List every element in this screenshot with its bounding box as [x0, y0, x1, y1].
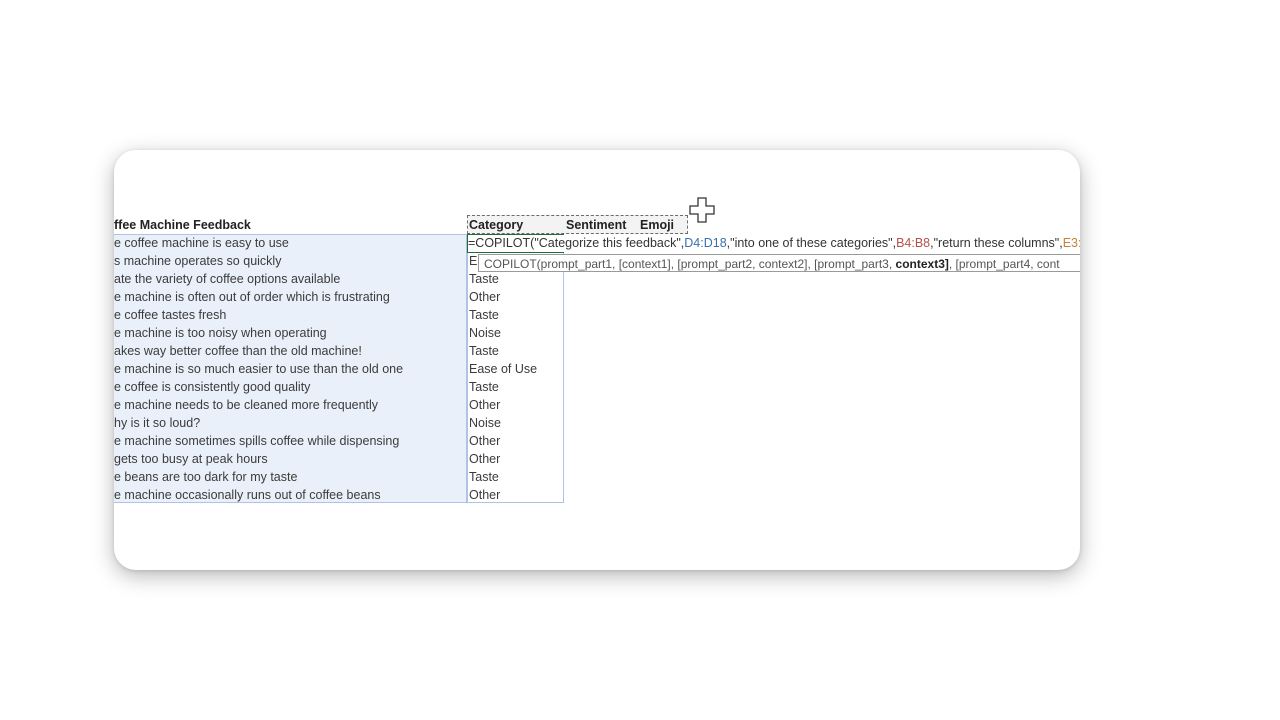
- tooltip-current-arg: context3]: [895, 257, 949, 271]
- category-cell[interactable]: Other: [469, 288, 559, 306]
- function-signature-tooltip: COPILOT(prompt_part1, [context1], [promp…: [478, 254, 1080, 272]
- feedback-cell[interactable]: hy is it so loud?: [114, 414, 464, 432]
- header-feedback[interactable]: ffee Machine Feedback: [114, 216, 464, 234]
- feedback-cell[interactable]: ate the variety of coffee options availa…: [114, 270, 464, 288]
- category-cell[interactable]: Noise: [469, 324, 559, 342]
- feedback-cell[interactable]: e machine occasionally runs out of coffe…: [114, 486, 464, 504]
- formula-arg: ,"return these columns",: [930, 236, 1063, 250]
- spreadsheet-card: ffee Machine Feedback Category Sentiment…: [114, 150, 1080, 570]
- formula-arg: ,"into one of these categories",: [726, 236, 897, 250]
- feedback-cell[interactable]: e machine needs to be cleaned more frequ…: [114, 396, 464, 414]
- feedback-cell[interactable]: gets too busy at peak hours: [114, 450, 464, 468]
- feedback-cell[interactable]: e machine is too noisy when operating: [114, 324, 464, 342]
- formula-editor[interactable]: =COPILOT("Categorize this feedback",D4:D…: [468, 235, 1080, 252]
- feedback-cell[interactable]: e machine is often out of order which is…: [114, 288, 464, 306]
- feedback-cell[interactable]: e beans are too dark for my taste: [114, 468, 464, 486]
- category-cell[interactable]: Taste: [469, 270, 559, 288]
- formula-ref-feedback: D4:D18: [684, 236, 727, 250]
- category-cell[interactable]: Other: [469, 450, 559, 468]
- feedback-cell[interactable]: e coffee is consistently good quality: [114, 378, 464, 396]
- feedback-cell[interactable]: akes way better coffee than the old mach…: [114, 342, 464, 360]
- feedback-cell[interactable]: e machine sometimes spills coffee while …: [114, 432, 464, 450]
- category-cell[interactable]: Taste: [469, 468, 559, 486]
- category-cell[interactable]: Other: [469, 396, 559, 414]
- formula-ref-columns: E3:G: [1062, 236, 1080, 250]
- feedback-cell[interactable]: s machine operates so quickly: [114, 252, 464, 270]
- category-cell[interactable]: Taste: [469, 342, 559, 360]
- formula-function: =COPILOT(: [468, 236, 535, 250]
- formula-ref-categories: B4:B8: [896, 236, 931, 250]
- category-cell[interactable]: Taste: [469, 306, 559, 324]
- cross-cursor-icon: [689, 197, 715, 223]
- tooltip-text-rest: , [prompt_part4, cont: [948, 257, 1060, 271]
- category-cell[interactable]: Other: [469, 486, 559, 504]
- category-cell[interactable]: Taste: [469, 378, 559, 396]
- category-cell[interactable]: Noise: [469, 414, 559, 432]
- header-emoji[interactable]: Emoji: [640, 216, 685, 234]
- formula-arg: "Categorize this feedback",: [534, 236, 685, 250]
- feedback-cell[interactable]: e coffee machine is easy to use: [114, 234, 464, 252]
- tooltip-text: COPILOT(prompt_part1, [context1], [promp…: [484, 257, 896, 271]
- feedback-cell[interactable]: e machine is so much easier to use than …: [114, 360, 464, 378]
- category-cell[interactable]: Ease of Use: [469, 360, 559, 378]
- header-sentiment[interactable]: Sentiment: [566, 216, 636, 234]
- feedback-cell[interactable]: e coffee tastes fresh: [114, 306, 464, 324]
- header-category[interactable]: Category: [469, 216, 559, 234]
- category-cell[interactable]: Other: [469, 432, 559, 450]
